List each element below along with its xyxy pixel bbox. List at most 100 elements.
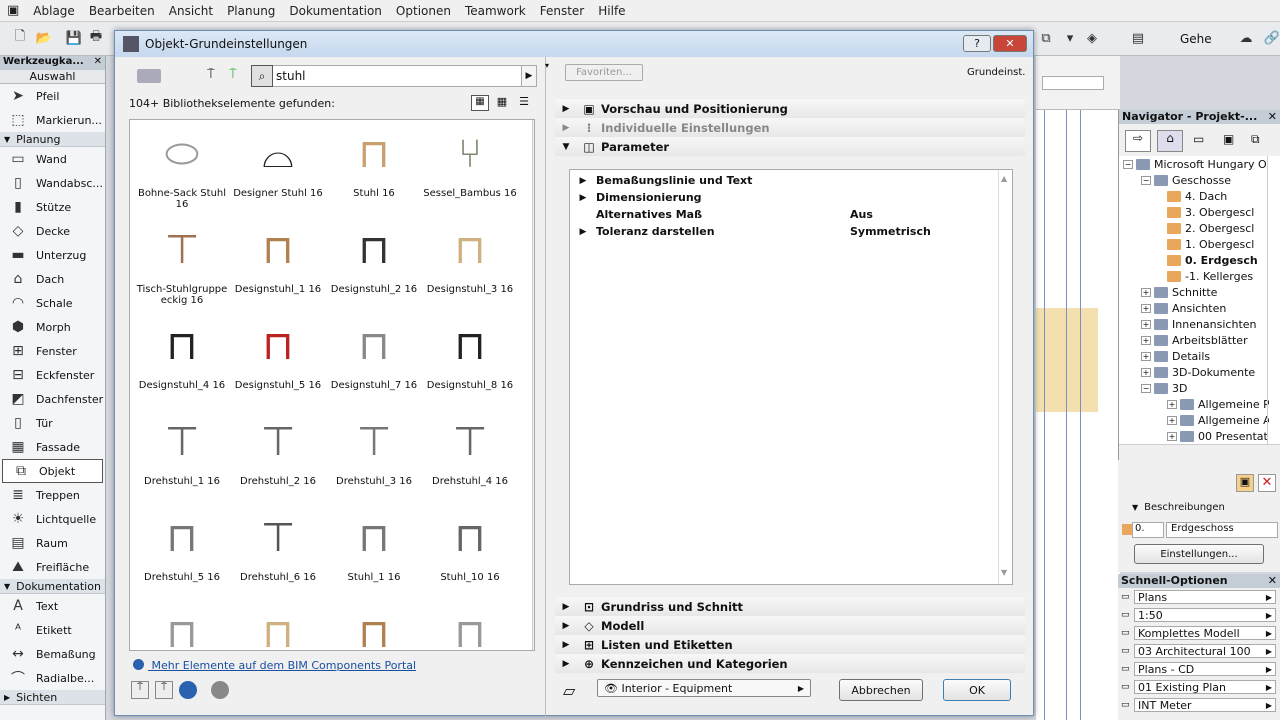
library-icon[interactable] (137, 69, 161, 83)
library-item[interactable]: ⊤ Drehstuhl_2 16 (230, 412, 326, 508)
library-item[interactable]: ⊓ Drehstuhl_5 16 (134, 508, 230, 604)
tree-item[interactable]: 2. Obergescl (1167, 220, 1254, 236)
library-item[interactable]: ⊓ (326, 604, 422, 650)
section-2[interactable]: ▼ ◫ Parameter (555, 137, 1025, 156)
tool-lamp[interactable]: ☀ Lichtquelle (0, 507, 105, 531)
group-planung[interactable]: ▼ Planung (0, 132, 105, 147)
library-item[interactable]: ⊤ Drehstuhl_4 16 (422, 412, 518, 508)
expand-icon[interactable]: + (1141, 351, 1151, 361)
param-row[interactable]: ▶ Dimensionierung (570, 189, 1010, 206)
quick-option[interactable]: 03 Architectural 100 ▶ ▭ (1121, 644, 1276, 658)
param-value[interactable]: Aus (850, 208, 873, 221)
library-item[interactable]: ⊓ Designstuhl_8 16 (422, 316, 518, 412)
tool-door[interactable]: ▯ Tür (0, 411, 105, 435)
publisher-icon[interactable]: ▣ (1223, 132, 1234, 146)
bim-portal-link[interactable]: Mehr Elemente auf dem BIM Components Por… (133, 659, 416, 672)
expand-icon[interactable]: + (1167, 399, 1177, 409)
close-button[interactable]: ✕ (993, 35, 1027, 52)
tool-wall[interactable]: ▭ Wand (0, 147, 105, 171)
layout-book-icon[interactable]: ▭ (1193, 132, 1204, 146)
tool-text[interactable]: A Text (0, 594, 105, 618)
tree-item[interactable]: +00 Presentat (1167, 428, 1268, 444)
tool-object[interactable]: ⧉ Objekt (2, 459, 103, 483)
param-row[interactable]: Alternatives Maß Aus (570, 206, 1010, 223)
section-bottom-2[interactable]: ▶ ⊞ Listen und Etiketten (555, 635, 1025, 654)
tool-morph[interactable]: ⬢ Morph (0, 315, 105, 339)
expand-icon[interactable]: + (1141, 319, 1151, 329)
open-folder-icon[interactable]: 📂 (34, 28, 54, 48)
expand-icon[interactable]: + (1167, 415, 1177, 425)
section-0[interactable]: ▶ ▣ Vorschau und Positionierung (555, 99, 1025, 118)
tree-item[interactable]: + Allgemeine P (1167, 396, 1269, 412)
tree-item[interactable]: 0. Erdgesch (1167, 252, 1258, 268)
library-item[interactable]: ⊓ Designstuhl_2 16 (326, 220, 422, 316)
search-icon[interactable]: ⌕ (251, 65, 273, 87)
search-arrow-button[interactable]: ▶ (521, 65, 537, 87)
tool-shell[interactable]: ◠ Schale (0, 291, 105, 315)
tree-item[interactable]: +3D-Dokumente (1141, 364, 1255, 380)
tool-corner-window[interactable]: ⊟ Eckfenster (0, 363, 105, 387)
quick-option[interactable]: Plans ▶ ▭ (1121, 590, 1276, 604)
project-map-icon[interactable]: ⇨ (1125, 130, 1151, 152)
library-item[interactable]: ⊓ Designstuhl_4 16 (134, 316, 230, 412)
grid-scrollbar[interactable]: ▲ ▼ (532, 120, 534, 650)
tool-curtain-wall[interactable]: ▦ Fassade (0, 435, 105, 459)
menu-ansicht[interactable]: Ansicht (162, 4, 220, 18)
close-icon[interactable]: ✕ (1268, 110, 1280, 124)
tool-column[interactable]: ▮ Stütze (0, 195, 105, 219)
new-folder-icon[interactable]: ▣ (1236, 474, 1254, 492)
expand-icon[interactable]: − (1141, 383, 1151, 393)
tool-roof[interactable]: ⌂ Dach (0, 267, 105, 291)
section-bottom-0[interactable]: ▶ ⊡ Grundriss und Schnitt (555, 597, 1025, 616)
view-map-icon[interactable]: ⌂ (1157, 130, 1183, 152)
dropdown-icon[interactable]: ▾ (1060, 28, 1080, 48)
menu-teamwork[interactable]: Teamwork (458, 4, 533, 18)
library-item[interactable]: ⬭ Bohne-Sack Stuhl 16 (134, 124, 230, 220)
quick-option[interactable]: 1:50 ▶ ▭ (1121, 608, 1276, 622)
cancel-button[interactable]: Abbrechen (839, 679, 923, 701)
library-item[interactable]: ⊓ (230, 604, 326, 650)
add-library-icon[interactable]: ⍑ (155, 681, 173, 699)
navigator-hscroll[interactable] (1119, 444, 1280, 460)
floor-plan-canvas[interactable]: ⤢ (1036, 56, 1120, 720)
tool-label[interactable]: ᴬ Etikett (0, 618, 105, 642)
section-1[interactable]: ▶ ⁝ Individuelle Einstellungen (555, 118, 1025, 137)
window-icon[interactable]: ▤ (1128, 28, 1148, 48)
panel-splitter[interactable] (545, 57, 546, 717)
section-bottom-1[interactable]: ▶ ◇ Modell (555, 616, 1025, 635)
navigator-scrollbar[interactable] (1267, 156, 1280, 446)
library-item[interactable]: ⑂ Sessel_Bambus 16 (422, 124, 518, 220)
expand-icon[interactable]: − (1141, 175, 1151, 185)
goto-label[interactable]: Gehe (1180, 32, 1212, 46)
tool-beam[interactable]: ▬ Unterzug (0, 243, 105, 267)
settings-button[interactable]: Einstellungen... (1134, 544, 1264, 564)
help-button[interactable]: ? (963, 35, 991, 52)
bim-globe-icon[interactable] (179, 681, 197, 699)
info-field[interactable] (1042, 76, 1104, 90)
tool-slab[interactable]: ◇ Decke (0, 219, 105, 243)
tree-item[interactable]: 4. Dach (1167, 188, 1227, 204)
link-icon[interactable]: 🔗 (1262, 28, 1280, 48)
menu-fenster[interactable]: Fenster (533, 4, 592, 18)
tool-0[interactable]: ➤ Pfeil (0, 84, 105, 108)
menu-optionen[interactable]: Optionen (389, 4, 458, 18)
section-bottom-3[interactable]: ▶ ⊕ Kennzeichen und Kategorien (555, 654, 1025, 673)
library-item[interactable]: ⊓ Designstuhl_7 16 (326, 316, 422, 412)
menu-dokumentation[interactable]: Dokumentation (282, 4, 389, 18)
tool-dimension[interactable]: ↔ Bemaßung (0, 642, 105, 666)
menu-planung[interactable]: Planung (220, 4, 282, 18)
object-filter-green-icon[interactable]: ⍑ (229, 67, 237, 82)
description-header[interactable]: ▼ Beschreibungen (1132, 502, 1225, 513)
library-item[interactable]: ⊓ (134, 604, 230, 650)
quick-option[interactable]: INT Meter ▶ ▭ (1121, 698, 1276, 712)
library-item[interactable]: ⊓ Stuhl_1 16 (326, 508, 422, 604)
tree-item[interactable]: 1. Obergescl (1167, 236, 1254, 252)
tree-item[interactable]: + Innenansichten (1141, 316, 1257, 332)
expand-icon[interactable]: + (1167, 431, 1177, 441)
tree-item[interactable]: 3. Obergescl (1167, 204, 1254, 220)
library-item[interactable]: ⊤ Drehstuhl_1 16 (134, 412, 230, 508)
layer-icon[interactable]: ◈ (1082, 28, 1102, 48)
scroll-down-icon[interactable]: ▼ (1001, 568, 1007, 577)
tool-window[interactable]: ⊞ Fenster (0, 339, 105, 363)
param-row[interactable]: ▶ Toleranz darstellen Symmetrisch (570, 223, 1010, 240)
